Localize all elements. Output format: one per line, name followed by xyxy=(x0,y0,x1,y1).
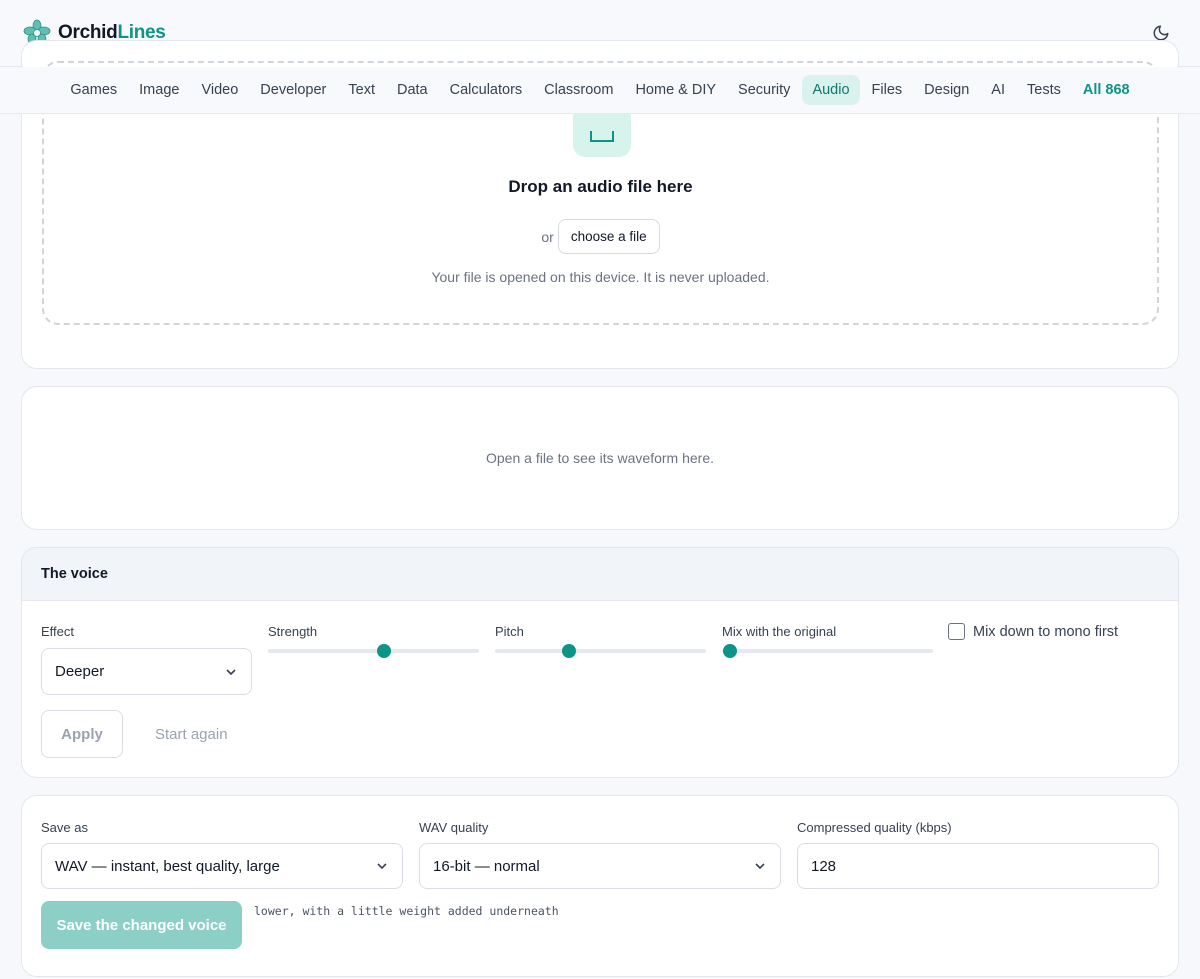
nav-item-home-diy[interactable]: Home & DIY xyxy=(625,75,726,105)
chevron-down-icon xyxy=(226,668,236,675)
save-as-value: WAV — instant, best quality, large xyxy=(55,857,280,875)
nav-item-classroom[interactable]: Classroom xyxy=(534,75,623,105)
save-as-select[interactable]: WAV — instant, best quality, large xyxy=(41,843,403,889)
start-again-button[interactable]: Start again xyxy=(155,710,228,758)
nav-item-video[interactable]: Video xyxy=(191,75,248,105)
save-changed-voice-button[interactable]: Save the changed voice xyxy=(41,901,242,949)
apply-button[interactable]: Apply xyxy=(41,710,123,758)
mix-label: Mix with the original xyxy=(722,624,837,639)
privacy-note: Your file is opened on this device. It i… xyxy=(431,269,770,285)
effect-description: lower, with a little weight added undern… xyxy=(254,904,559,918)
nav-item-tests[interactable]: Tests xyxy=(1017,75,1071,105)
nav-item-security[interactable]: Security xyxy=(728,75,800,105)
wav-quality-label: WAV quality xyxy=(419,820,489,835)
wav-quality-value: 16-bit — normal xyxy=(433,857,540,875)
nav-item-calculators[interactable]: Calculators xyxy=(440,75,533,105)
waveform-placeholder: Open a file to see its waveform here. xyxy=(486,450,714,466)
effect-select[interactable]: Deeper xyxy=(41,648,252,695)
mono-checkbox[interactable] xyxy=(948,623,965,640)
chevron-down-icon xyxy=(377,863,387,870)
voice-card: The voice Effect Deeper Strength Pitch M… xyxy=(21,547,1179,778)
nav-item-design[interactable]: Design xyxy=(914,75,979,105)
pitch-slider[interactable] xyxy=(495,642,706,660)
compressed-quality-value: 128 xyxy=(811,857,837,875)
wav-quality-select[interactable]: 16-bit — normal xyxy=(419,843,781,889)
slider-thumb[interactable] xyxy=(377,644,392,658)
voice-heading: The voice xyxy=(22,548,1178,601)
save-as-label: Save as xyxy=(41,820,88,835)
slider-track xyxy=(268,649,479,653)
drop-title: Drop an audio file here xyxy=(508,177,693,196)
effect-value: Deeper xyxy=(55,663,105,680)
nav-item-files[interactable]: Files xyxy=(862,75,913,105)
strength-slider[interactable] xyxy=(268,642,479,660)
strength-label: Strength xyxy=(268,624,318,639)
slider-thumb[interactable] xyxy=(723,644,738,658)
mono-option[interactable]: Mix down to mono first xyxy=(948,623,1118,640)
pitch-label: Pitch xyxy=(495,624,524,639)
choose-file-button[interactable]: choose a file xyxy=(557,219,660,254)
mono-label: Mix down to mono first xyxy=(973,623,1119,640)
nav-item-games[interactable]: Games xyxy=(60,75,127,105)
save-card: Save as WAV — instant, best quality, lar… xyxy=(21,795,1179,977)
or-text: or xyxy=(541,228,554,245)
slider-track xyxy=(495,649,706,653)
nav-item-data[interactable]: Data xyxy=(387,75,438,105)
category-nav: Games Image Video Developer Text Data Calculat… xyxy=(0,67,1200,114)
chevron-down-icon xyxy=(755,863,765,870)
nav-item-image[interactable]: Image xyxy=(129,75,189,105)
waveform-card: Open a file to see its waveform here. xyxy=(21,386,1179,530)
slider-thumb[interactable] xyxy=(561,644,576,658)
slider-track xyxy=(722,649,933,653)
compressed-quality-label: Compressed quality (kbps) xyxy=(797,820,952,835)
mix-slider[interactable] xyxy=(722,642,933,660)
nav-item-ai[interactable]: AI xyxy=(981,75,1015,105)
nav-item-audio[interactable]: Audio xyxy=(802,75,860,105)
nav-item-developer[interactable]: Developer xyxy=(250,75,336,105)
effect-label: Effect xyxy=(41,624,75,639)
nav-item-text[interactable]: Text xyxy=(338,75,385,105)
compressed-quality-input[interactable]: 128 xyxy=(797,843,1159,889)
drop-or-row: or choose a file xyxy=(44,219,1157,254)
nav-item-all[interactable]: All 868 xyxy=(1073,75,1140,105)
